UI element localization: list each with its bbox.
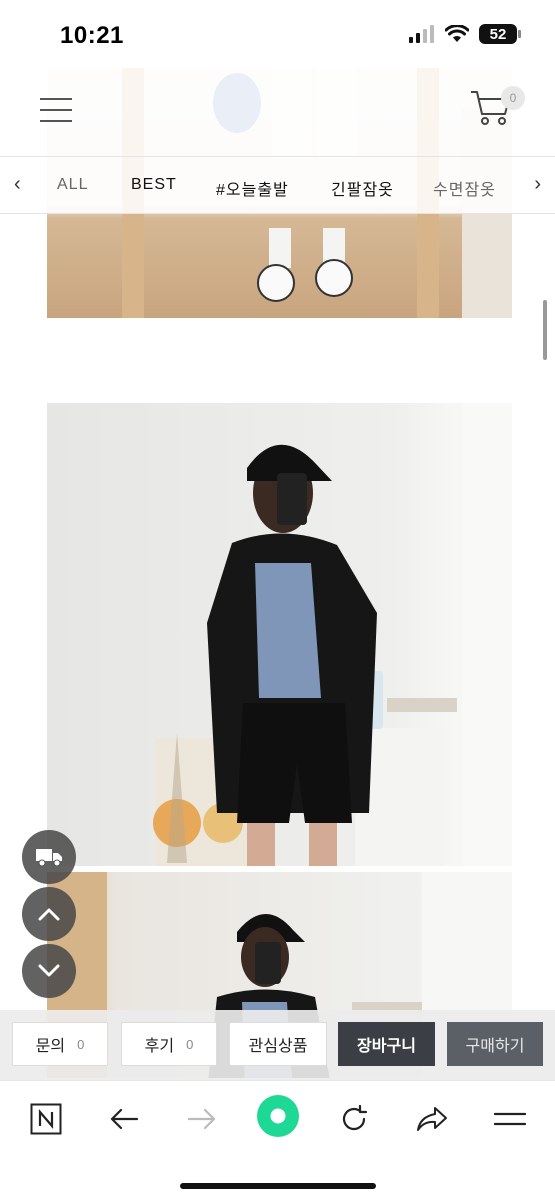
category-sleepwear[interactable]: 수면잠옷 [433, 176, 496, 200]
signal-icon [409, 25, 434, 43]
wishlist-button[interactable]: 관심상품 [229, 1022, 327, 1066]
chevron-up-icon [38, 908, 60, 921]
browser-toolbar [0, 1080, 555, 1200]
product-photo-2 [47, 403, 512, 866]
category-best[interactable]: BEST [131, 176, 177, 194]
category-nav: ‹ ALL BEST #오늘출발 긴팔잠옷 수면잠옷 › [0, 156, 555, 214]
cart-count-badge: 0 [501, 86, 525, 110]
hamburger-icon[interactable] [40, 98, 72, 122]
app-header: 0 [0, 68, 555, 156]
chevron-left-icon[interactable]: ‹ [14, 173, 21, 196]
inquiry-button[interactable]: 문의 0 [12, 1022, 108, 1066]
status-time: 10:21 [60, 22, 124, 49]
category-all[interactable]: ALL [57, 176, 88, 194]
green-circle-icon[interactable] [256, 1094, 300, 1138]
review-button[interactable]: 후기 0 [121, 1022, 217, 1066]
cart-button[interactable]: 0 [469, 86, 525, 132]
status-icons: 52 [409, 24, 521, 44]
truck-icon [36, 849, 62, 867]
delivery-button[interactable] [22, 830, 76, 884]
category-long-sleeve[interactable]: 긴팔잠옷 [331, 176, 394, 200]
scrollbar-thumb[interactable] [543, 300, 547, 360]
more-menu-icon[interactable] [488, 1099, 532, 1139]
inquiry-label: 문의 [35, 1038, 66, 1055]
home-indicator [180, 1183, 376, 1189]
product-detail-content[interactable] [0, 68, 555, 1078]
inquiry-count: 0 [77, 1036, 85, 1052]
wifi-icon [445, 25, 469, 42]
review-label: 후기 [144, 1038, 175, 1055]
arrow-left-icon[interactable] [102, 1099, 146, 1139]
scroll-down-button[interactable] [22, 944, 76, 998]
battery-indicator: 52 [479, 24, 521, 44]
buy-now-button[interactable]: 구매하기 [447, 1022, 543, 1066]
arrow-right-icon[interactable] [180, 1099, 224, 1139]
share-icon[interactable] [410, 1099, 454, 1139]
scroll-up-button[interactable] [22, 887, 76, 941]
status-bar: 10:21 52 [0, 0, 555, 68]
category-today-ship[interactable]: #오늘출발 [216, 176, 289, 200]
chevron-right-icon[interactable]: › [534, 173, 541, 196]
add-to-cart-button[interactable]: 장바구니 [338, 1022, 435, 1066]
reload-icon[interactable] [332, 1099, 376, 1139]
naver-n-icon[interactable] [24, 1099, 68, 1139]
review-count: 0 [186, 1036, 194, 1052]
chevron-down-icon [38, 964, 60, 977]
product-action-bar: 문의 0 후기 0 관심상품 장바구니 구매하기 [0, 1010, 555, 1080]
